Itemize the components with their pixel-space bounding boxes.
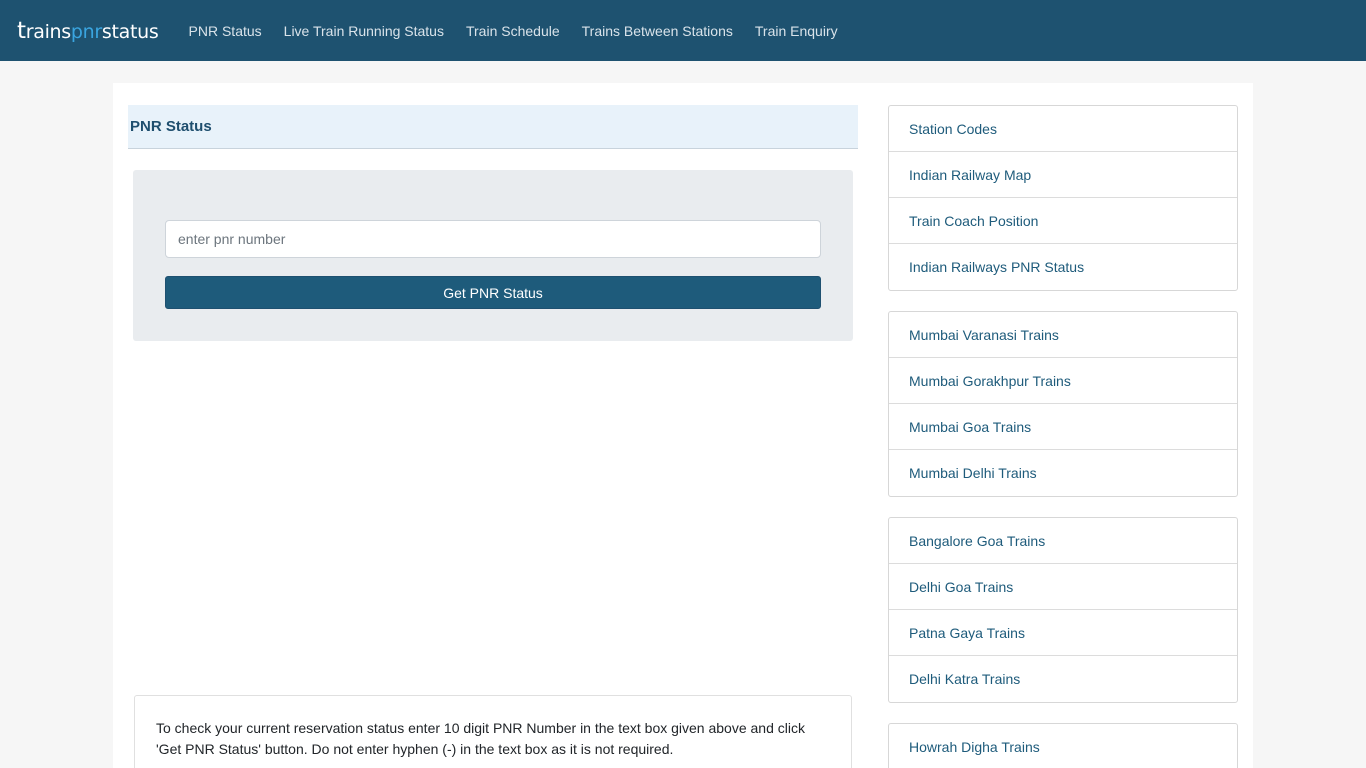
nav-live-train-running-status[interactable]: Live Train Running Status [284,23,444,39]
sidebar-item-mumbai-gorakhpur[interactable]: Mumbai Gorakhpur Trains [889,358,1237,404]
page-title: PNR Status [130,118,212,135]
get-pnr-status-button[interactable]: Get PNR Status [165,276,821,309]
instructions-box: To check your current reservation status… [134,695,852,768]
sidebar-group-more-trains: Howrah Digha Trains [888,723,1238,768]
sidebar-item-train-coach-position[interactable]: Train Coach Position [889,198,1237,244]
sidebar-item-mumbai-goa[interactable]: Mumbai Goa Trains [889,404,1237,450]
logo-part-status: status [101,20,159,43]
pnr-number-input[interactable] [165,220,821,258]
logo-part-pnr: pnr [70,20,102,43]
nav-pnr-status[interactable]: PNR Status [189,23,262,39]
site-logo[interactable]: trains pnr status [17,16,159,46]
logo-part-trains: trains [17,17,71,44]
instructions-text: To check your current reservation status… [156,720,805,757]
pnr-form: Get PNR Status [133,170,853,341]
page-header: PNR Status [128,105,858,149]
nav-trains-between-stations[interactable]: Trains Between Stations [582,23,733,39]
sidebar-item-delhi-goa[interactable]: Delhi Goa Trains [889,564,1237,610]
nav-menu: PNR Status Live Train Running Status Tra… [189,23,860,39]
top-navbar: trains pnr status PNR Status Live Train Ru… [0,0,1366,61]
sidebar-item-patna-gaya[interactable]: Patna Gaya Trains [889,610,1237,656]
sidebar-item-mumbai-varanasi[interactable]: Mumbai Varanasi Trains [889,312,1237,358]
sidebar-item-station-codes[interactable]: Station Codes [889,106,1237,152]
sidebar-group-mumbai-trains: Mumbai Varanasi Trains Mumbai Gorakhpur … [888,311,1238,497]
sidebar-item-howrah-digha[interactable]: Howrah Digha Trains [889,724,1237,768]
sidebar-group-links: Station Codes Indian Railway Map Train C… [888,105,1238,291]
sidebar-item-delhi-katra[interactable]: Delhi Katra Trains [889,656,1237,702]
nav-train-enquiry[interactable]: Train Enquiry [755,23,838,39]
sidebar-item-bangalore-goa[interactable]: Bangalore Goa Trains [889,518,1237,564]
main-container: PNR Status Get PNR Status To check your … [113,83,1253,768]
sidebar-item-indian-railway-map[interactable]: Indian Railway Map [889,152,1237,198]
sidebar-item-indian-railways-pnr-status[interactable]: Indian Railways PNR Status [889,244,1237,290]
sidebar-item-mumbai-delhi[interactable]: Mumbai Delhi Trains [889,450,1237,496]
sidebar-group-popular-trains: Bangalore Goa Trains Delhi Goa Trains Pa… [888,517,1238,703]
nav-train-schedule[interactable]: Train Schedule [466,23,560,39]
